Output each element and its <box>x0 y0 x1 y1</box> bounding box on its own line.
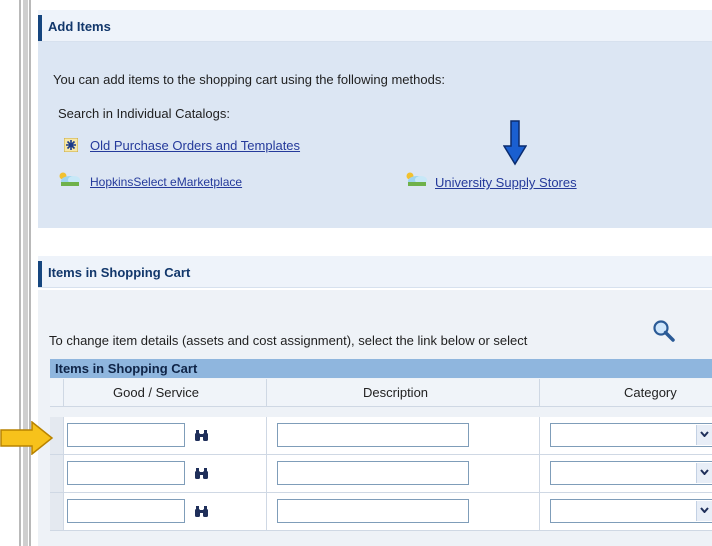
row-handle[interactable] <box>50 455 64 492</box>
chevron-down-icon <box>700 507 709 513</box>
cloud-catalog-icon <box>58 171 82 190</box>
category-select[interactable] <box>550 423 712 447</box>
column-divider <box>539 493 540 530</box>
shopping-cart-header: Items in Shopping Cart <box>38 256 712 288</box>
column-header-description: Description <box>363 385 429 400</box>
description-input[interactable] <box>277 499 469 523</box>
chevron-down-icon <box>700 431 709 437</box>
left-window-border <box>0 0 34 546</box>
column-divider <box>539 379 540 406</box>
column-divider <box>539 417 540 454</box>
cloud-catalog-icon <box>405 171 429 190</box>
table-row <box>50 455 712 493</box>
border-line <box>19 0 21 546</box>
good-service-input[interactable] <box>67 423 185 447</box>
column-divider <box>266 455 267 492</box>
binoculars-icon[interactable] <box>195 505 208 520</box>
grid-header-row: Good / Service Description Category <box>50 379 712 407</box>
chevron-down-icon <box>700 469 709 475</box>
yellow-right-arrow-icon <box>0 420 54 458</box>
grid-title-bar: Items in Shopping Cart <box>50 359 712 378</box>
search-catalogs-label: Search in Individual Catalogs: <box>58 106 230 121</box>
dropdown-button[interactable] <box>696 425 712 445</box>
old-purchase-orders-link[interactable]: Old Purchase Orders and Templates <box>90 138 300 153</box>
column-divider <box>266 493 267 530</box>
dropdown-button[interactable] <box>696 501 712 521</box>
description-input[interactable] <box>277 423 469 447</box>
grid-title: Items in Shopping Cart <box>55 361 198 376</box>
dropdown-button[interactable] <box>696 463 712 483</box>
category-select[interactable] <box>550 461 712 485</box>
table-row <box>50 493 712 531</box>
good-service-input[interactable] <box>67 461 185 485</box>
column-divider <box>63 379 64 406</box>
column-divider <box>539 455 540 492</box>
magnifier-icon[interactable] <box>652 320 676 345</box>
table-row <box>50 417 712 455</box>
column-divider <box>266 417 267 454</box>
university-supply-stores-link[interactable]: University Supply Stores <box>435 175 577 190</box>
column-divider <box>266 379 267 406</box>
description-input[interactable] <box>277 461 469 485</box>
category-select[interactable] <box>550 499 712 523</box>
blue-down-arrow-icon <box>502 120 528 169</box>
shopping-cart-title: Items in Shopping Cart <box>48 265 191 280</box>
add-items-header: Add Items <box>38 10 712 42</box>
border-line <box>23 0 28 546</box>
binoculars-icon[interactable] <box>195 429 208 444</box>
row-handle[interactable] <box>50 493 64 530</box>
column-header-good-service: Good / Service <box>113 385 199 400</box>
good-service-input[interactable] <box>67 499 185 523</box>
column-header-category: Category <box>624 385 677 400</box>
add-items-title: Add Items <box>48 19 111 34</box>
cart-instruction: To change item details (assets and cost … <box>49 333 528 348</box>
header-accent <box>38 261 42 287</box>
border-line <box>29 0 31 546</box>
add-items-intro: You can add items to the shopping cart u… <box>53 72 445 87</box>
binoculars-icon[interactable] <box>195 467 208 482</box>
catalog-star-icon <box>63 137 79 155</box>
header-accent <box>38 15 42 41</box>
hopkinsselect-link[interactable]: HopkinsSelect eMarketplace <box>90 175 242 189</box>
add-items-panel <box>38 42 712 228</box>
